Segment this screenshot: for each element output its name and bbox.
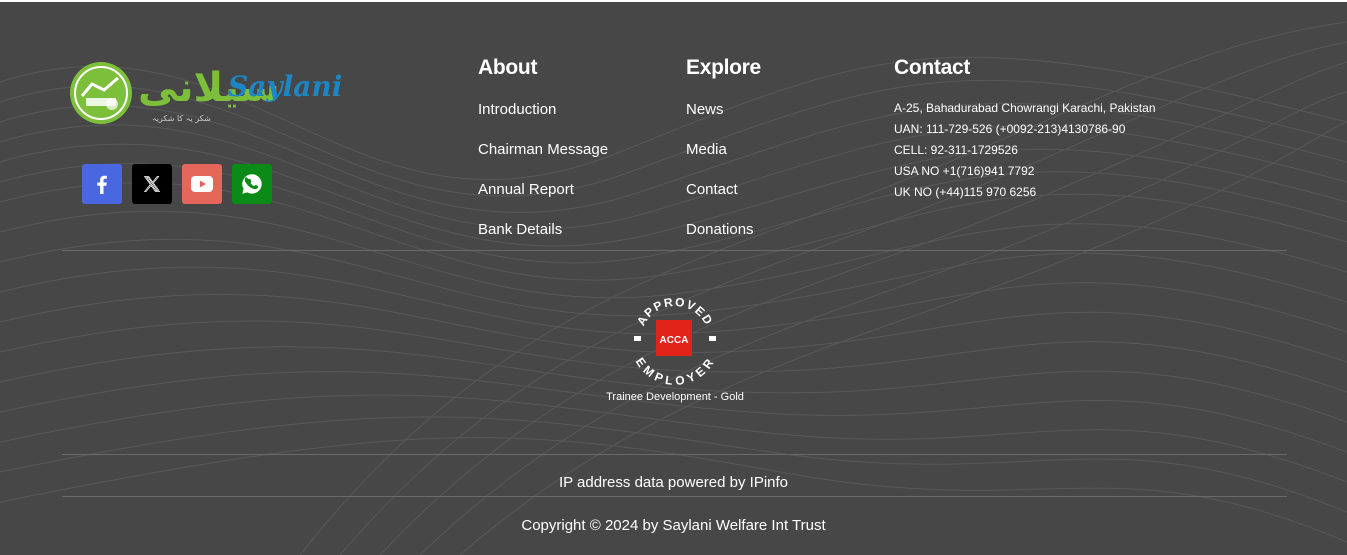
explore-column: Explore News Media Contact Donations	[686, 54, 761, 260]
site-footer: سیلانی Saylani شکر یہ کا شکریہ About Int…	[0, 2, 1347, 555]
ipinfo-link[interactable]: IPinfo	[750, 474, 788, 491]
about-column: About Introduction Chairman Message Annu…	[478, 54, 608, 260]
explore-link-media[interactable]: Media	[686, 141, 727, 158]
ipinfo-attribution: IP address data powered by IPinfo	[0, 474, 1347, 491]
youtube-button[interactable]	[182, 164, 222, 204]
explore-link-news[interactable]: News	[686, 101, 724, 118]
about-link-annual-report[interactable]: Annual Report	[478, 181, 574, 198]
explore-links: News Media Contact Donations	[686, 100, 761, 260]
ipinfo-prefix: IP address data powered by	[558, 474, 750, 491]
contact-uan: UAN: 111-729-526 (+0092-213)4130786-90	[894, 122, 1126, 136]
about-links: Introduction Chairman Message Annual Rep…	[478, 100, 608, 260]
youtube-icon	[191, 176, 213, 192]
copyright-text: Copyright © 2024 by Saylani Welfare Int …	[521, 517, 826, 534]
facebook-icon	[97, 175, 107, 194]
whatsapp-icon	[242, 174, 262, 194]
x-icon	[143, 176, 161, 192]
explore-link-donations[interactable]: Donations	[686, 221, 754, 238]
social-links	[82, 164, 272, 204]
whatsapp-button[interactable]	[232, 164, 272, 204]
badge-caption: Trainee Development - Gold	[606, 391, 744, 403]
about-link-chairman-message[interactable]: Chairman Message	[478, 141, 608, 158]
contact-usa-number: USA NO +1(716)941 7792	[894, 164, 1035, 178]
contact-cell: CELL: 92-311-1729526	[894, 143, 1018, 157]
divider-bottom	[62, 496, 1287, 497]
logo-english-text: Saylani	[228, 70, 343, 103]
about-heading: About	[478, 56, 538, 79]
badge-bottom-text: EMPLOYER	[633, 355, 716, 386]
contact-uk-number: UK NO (+44)115 970 6256	[894, 185, 1037, 199]
about-link-introduction[interactable]: Introduction	[478, 101, 556, 118]
saylani-logo[interactable]: سیلانی Saylani شکر یہ کا شکریہ	[68, 60, 343, 132]
logo-emblem-icon	[70, 62, 132, 124]
explore-heading: Explore	[686, 56, 761, 79]
acca-approved-employer-badge: APPROVED EMPLOYER ACCA	[633, 295, 717, 386]
divider-middle	[62, 454, 1287, 455]
about-link-bank-details[interactable]: Bank Details	[478, 221, 562, 238]
contact-address: A-25, Bahadurabad Chowrangi Karachi, Pak…	[894, 101, 1156, 115]
explore-link-contact[interactable]: Contact	[686, 181, 738, 198]
x-button[interactable]	[132, 164, 172, 204]
contact-heading: Contact	[894, 56, 971, 79]
contact-column: Contact A-25, Bahadurabad Chowrangi Kara…	[894, 54, 1156, 203]
divider-top	[62, 250, 1287, 251]
contact-details: A-25, Bahadurabad Chowrangi Karachi, Pak…	[894, 98, 1156, 203]
svg-text:EMPLOYER: EMPLOYER	[633, 355, 717, 386]
badge-center-text: ACCA	[660, 335, 689, 346]
facebook-button[interactable]	[82, 164, 122, 204]
logo-tagline: شکر یہ کا شکریہ	[152, 114, 211, 123]
